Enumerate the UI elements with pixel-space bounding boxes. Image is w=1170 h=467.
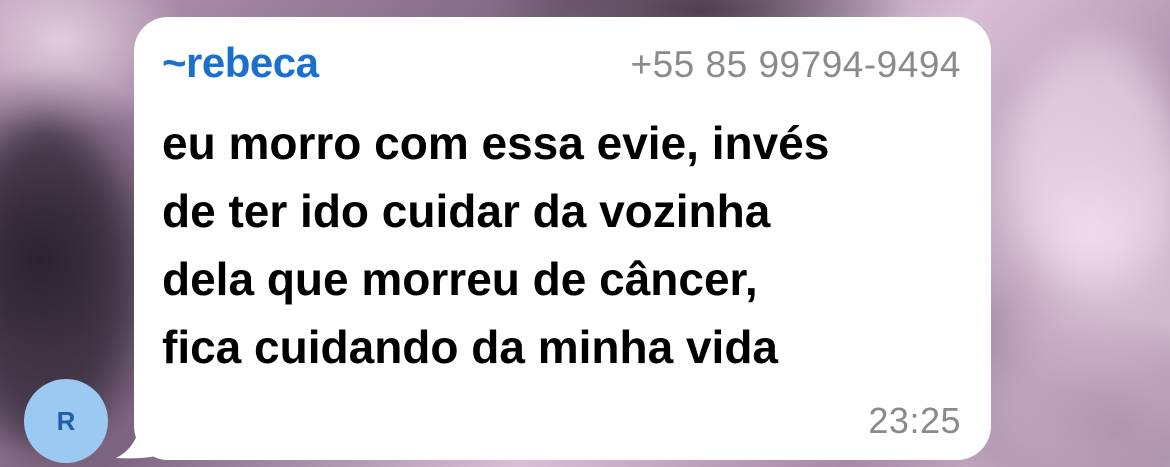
message-line: dela que morreu de câncer,	[162, 253, 758, 305]
message-line: eu morro com essa evie, invés	[162, 117, 830, 169]
sender-name[interactable]: ~rebeca	[162, 39, 319, 87]
sender-avatar[interactable]: R	[24, 379, 108, 463]
message-timestamp: 23:25	[868, 400, 961, 441]
message-bubble[interactable]: ~rebeca +55 85 99794-9494 eu morro com e…	[134, 17, 991, 460]
wallpaper-shape	[990, 330, 1170, 467]
sender-phone[interactable]: +55 85 99794-9494	[631, 44, 962, 86]
message-text: eu morro com essa evie, invés de ter ido…	[162, 109, 972, 381]
message-line: de ter ido cuidar da vozinha	[162, 185, 771, 237]
message-header: ~rebeca +55 85 99794-9494	[162, 39, 961, 89]
avatar-initial: R	[56, 405, 76, 436]
wallpaper-shape	[1010, 40, 1170, 280]
message-line: fica cuidando da minha vida	[162, 321, 779, 373]
